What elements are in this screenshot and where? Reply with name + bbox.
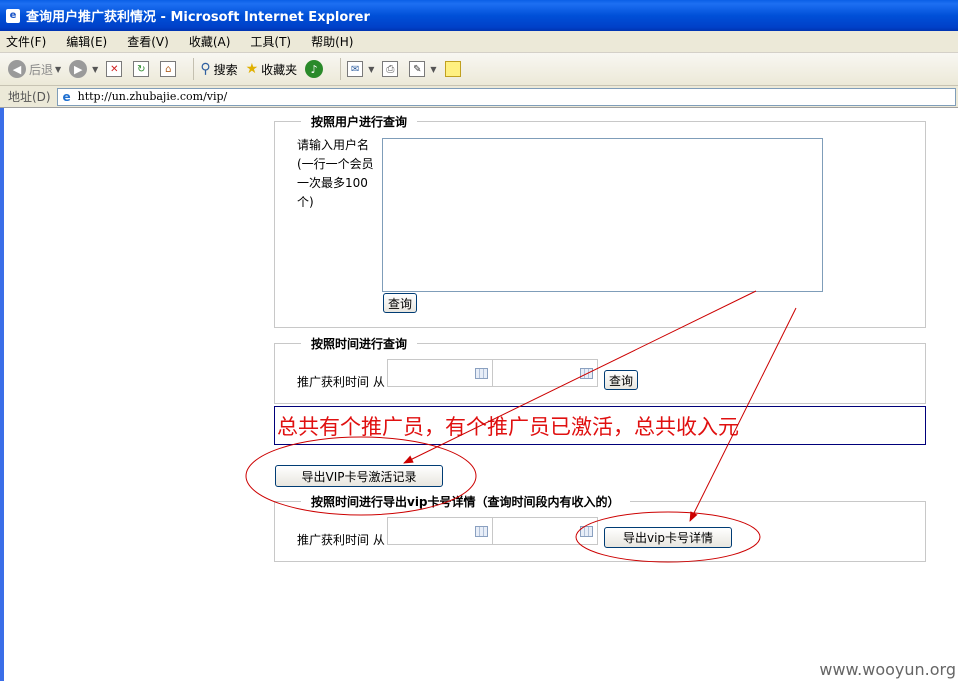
username-prompt-line: (一行一个会员	[297, 157, 374, 171]
watermark: www.wooyun.org	[819, 660, 956, 679]
export-detail-button[interactable]: 导出vip卡号详情	[604, 527, 732, 548]
chevron-down-icon[interactable]: ▼	[55, 65, 61, 74]
chevron-down-icon[interactable]: ▼	[430, 65, 436, 74]
back-arrow-icon: ◀	[8, 60, 26, 78]
menu-bar: 文件(F) 编辑(E) 查看(V) 收藏(A) 工具(T) 帮助(H)	[0, 31, 958, 53]
mail-button[interactable]: ✉ ▼	[347, 61, 374, 77]
chevron-down-icon[interactable]: ▼	[368, 65, 374, 74]
chevron-down-icon[interactable]: ▼	[92, 65, 98, 74]
note-icon	[444, 61, 461, 77]
time-query-legend: 按照时间进行查询	[301, 335, 418, 352]
export-activation-button[interactable]: 导出VIP卡号激活记录	[275, 465, 443, 487]
user-query-button[interactable]: 查询	[383, 293, 417, 313]
edit-button[interactable]: ✎ ▼	[409, 61, 437, 77]
menu-help[interactable]: 帮助(H)	[311, 33, 353, 50]
printer-icon: ⎙	[382, 61, 399, 77]
print-button[interactable]: ⎙	[382, 61, 401, 77]
window-title: 查询用户推广获利情况 - Microsoft Internet Explorer	[26, 10, 370, 25]
search-label: 搜索	[213, 62, 238, 77]
username-prompt-line: 请输入用户名	[297, 138, 370, 152]
forward-arrow-icon: ▶	[69, 60, 88, 78]
username-prompt-line: 一次最多100	[297, 176, 368, 190]
toolbar-separator	[340, 58, 342, 80]
search-icon: ⚲	[200, 61, 211, 77]
toolbar: ◀ 后退 ▼ ▶ ▼ ✕ ↻ ⌂ ⚲ 搜索 ★ 收藏夹 ♪ ✉ ▼ ⎙ ✎ ▼	[0, 53, 958, 86]
menu-tools[interactable]: 工具(T)	[250, 33, 291, 50]
back-label: 后退	[29, 62, 54, 77]
calendar-icon[interactable]	[475, 368, 488, 379]
time-query-button[interactable]: 查询	[604, 370, 638, 390]
calendar-icon[interactable]	[475, 526, 488, 537]
menu-favorites[interactable]: 收藏(A)	[189, 33, 231, 50]
star-icon: ★	[245, 61, 259, 77]
username-textarea[interactable]	[382, 138, 823, 292]
calendar-icon[interactable]	[580, 368, 593, 379]
window-left-edge	[0, 108, 4, 681]
export-to-input[interactable]	[492, 517, 598, 545]
username-prompt-line: 个)	[297, 195, 314, 209]
refresh-button[interactable]: ↻	[133, 61, 152, 77]
username-prompt: 请输入用户名 (一行一个会员 一次最多100 个)	[297, 136, 374, 212]
export-query-legend: 按照时间进行导出vip卡号详情（查询时间段内有收入的）	[301, 493, 630, 510]
edit-icon: ✎	[409, 61, 426, 77]
address-label: 地址(D)	[8, 90, 51, 104]
favorites-label: 收藏夹	[261, 62, 298, 77]
time-from-input[interactable]	[387, 359, 493, 387]
forward-button[interactable]: ▶ ▼	[69, 60, 98, 78]
window-titlebar: e 查询用户推广获利情况 - Microsoft Internet Explor…	[0, 0, 958, 31]
export-from-input[interactable]	[387, 517, 493, 545]
menu-file[interactable]: 文件(F)	[6, 33, 46, 50]
summary-box: 总共有个推广员，有个推广员已激活，总共收入元	[274, 406, 926, 445]
home-button[interactable]: ⌂	[160, 61, 179, 77]
media-icon: ♪	[305, 60, 324, 78]
calendar-icon[interactable]	[580, 526, 593, 537]
address-url[interactable]: http://un.zhubajie.com/vip/	[78, 90, 228, 103]
mail-icon: ✉	[347, 61, 364, 77]
export-query-label: 推广获利时间 从	[297, 533, 385, 547]
menu-edit[interactable]: 编辑(E)	[66, 33, 107, 50]
refresh-icon: ↻	[133, 61, 150, 77]
back-button[interactable]: ◀ 后退 ▼	[8, 60, 61, 78]
stop-icon: ✕	[106, 61, 123, 77]
address-bar: 地址(D) e http://un.zhubajie.com/vip/	[0, 86, 958, 108]
favorites-button[interactable]: ★ 收藏夹	[246, 61, 298, 78]
ie-page-icon: e	[62, 89, 71, 104]
time-to-input[interactable]	[492, 359, 598, 387]
toolbar-separator	[193, 58, 195, 80]
menu-view[interactable]: 查看(V)	[127, 33, 169, 50]
media-button[interactable]: ♪	[305, 60, 326, 78]
user-query-legend: 按照用户进行查询	[301, 113, 418, 130]
ie-page-icon: e	[6, 8, 20, 23]
summary-text: 总共有个推广员，有个推广员已激活，总共收入元	[277, 414, 739, 439]
home-icon: ⌂	[160, 61, 177, 77]
time-query-label: 推广获利时间 从	[297, 375, 385, 389]
note-button[interactable]	[444, 61, 464, 77]
stop-button[interactable]: ✕	[106, 61, 125, 77]
search-button[interactable]: ⚲ 搜索	[200, 61, 237, 78]
address-input[interactable]: e http://un.zhubajie.com/vip/	[56, 87, 956, 106]
